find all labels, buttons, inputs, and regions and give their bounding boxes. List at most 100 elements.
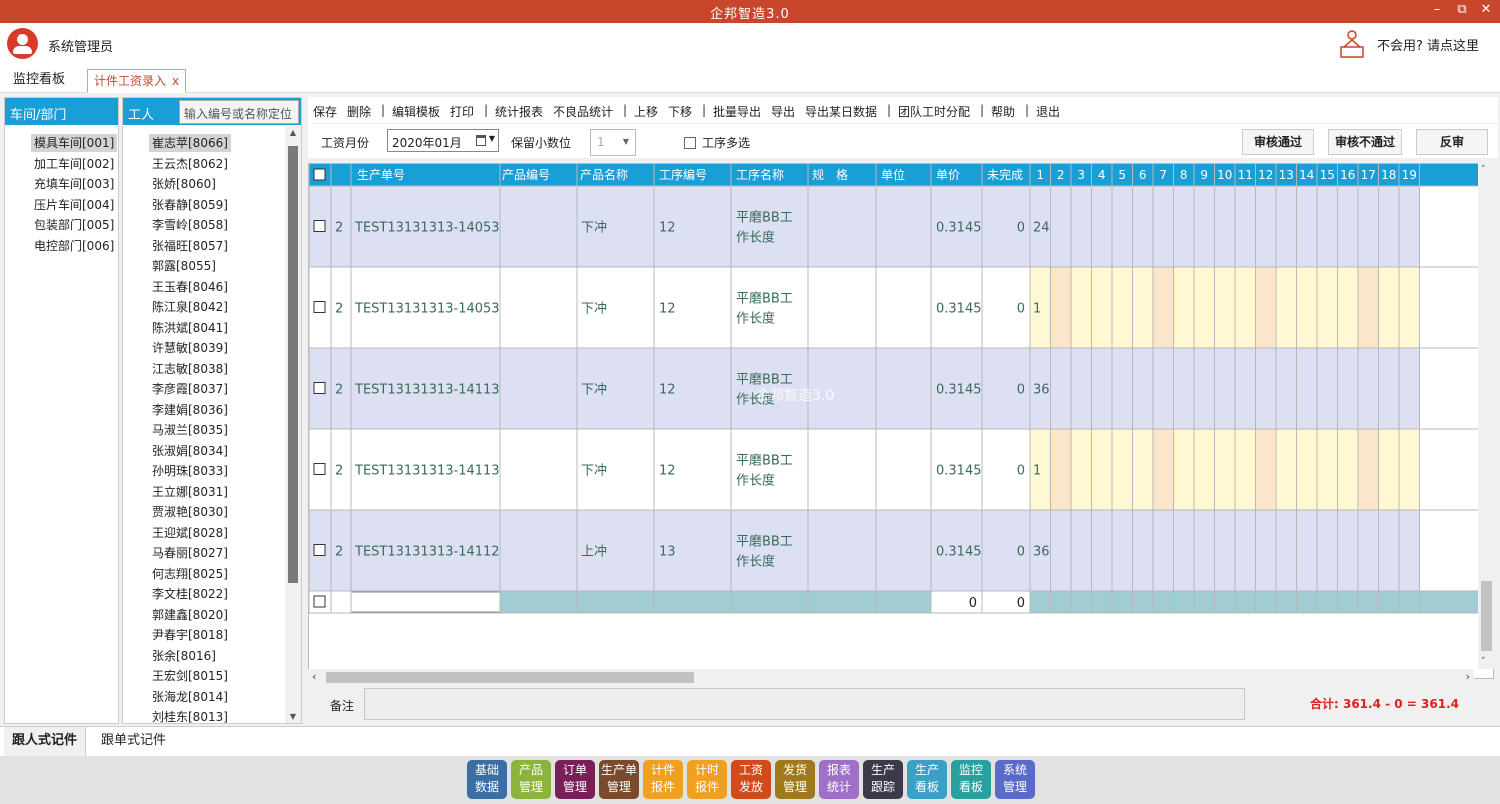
department-item[interactable]: 模具车间[001] — [31, 134, 118, 152]
day-cell[interactable] — [1050, 348, 1072, 429]
tab-close-icon[interactable]: x — [172, 74, 179, 88]
dock-module-button[interactable]: 生产 跟踪 — [863, 760, 903, 799]
worker-item[interactable]: 陈江泉[8042] — [149, 298, 231, 316]
grid-horizontal-scrollbar[interactable]: ‹ › — [308, 669, 1474, 685]
day-cell[interactable] — [1337, 510, 1359, 591]
maximize-button[interactable]: ⧉ — [1453, 2, 1471, 17]
scroll-up-icon[interactable]: ˄ — [1481, 165, 1486, 175]
product-name-cell[interactable]: 下冲 — [581, 302, 607, 317]
column-header[interactable]: 产品编号 — [502, 167, 550, 182]
order-number-cell[interactable]: TEST13131313-14053 — [354, 302, 500, 317]
column-header[interactable]: 工序编号 — [659, 167, 707, 182]
worker-item[interactable]: 王立娜[8031] — [149, 483, 231, 501]
worker-item[interactable]: 贾淑艳[8030] — [149, 503, 231, 521]
day-cell[interactable] — [1399, 186, 1420, 267]
day-cell[interactable] — [1255, 429, 1277, 510]
day-cell[interactable] — [1153, 267, 1174, 348]
day-cell[interactable] — [1235, 510, 1256, 591]
toolbar-button[interactable]: 导出 — [771, 103, 795, 120]
select-all-checkbox[interactable] — [313, 168, 326, 181]
row-sequence[interactable]: 2 — [335, 221, 343, 236]
row-checkbox[interactable] — [313, 463, 326, 475]
day-cell[interactable] — [1337, 348, 1359, 429]
day-cell[interactable] — [1214, 348, 1236, 429]
product-name-cell[interactable]: 下冲 — [581, 464, 607, 479]
day-cell[interactable] — [1296, 429, 1318, 510]
day-cell[interactable] — [1153, 186, 1174, 267]
worker-item[interactable]: 刘桂东[8013] — [149, 708, 231, 726]
day-column-header[interactable]: 14 — [1299, 168, 1314, 182]
row-checkbox[interactable] — [313, 382, 326, 394]
day-column-header[interactable]: 3 — [1077, 168, 1085, 182]
day-cell[interactable] — [1091, 348, 1113, 429]
worker-item[interactable]: 李文桂[8022] — [149, 585, 231, 603]
day-cell[interactable] — [1132, 267, 1154, 348]
day-cell[interactable] — [1317, 429, 1338, 510]
grid-vscroll-thumb[interactable] — [1481, 581, 1492, 651]
department-item[interactable]: 充填车间[003] — [31, 175, 117, 193]
toolbar-button[interactable]: 保存 — [313, 103, 337, 120]
toolbar-button[interactable]: 帮助 — [991, 103, 1015, 120]
day-cell[interactable] — [1296, 510, 1318, 591]
row-checkbox[interactable] — [313, 220, 326, 232]
worker-item[interactable]: 郭建鑫[8020] — [149, 606, 231, 624]
tab-piecework-wage-entry[interactable]: 计件工资录入 x — [87, 69, 187, 93]
dock-module-button[interactable]: 工资 发放 — [731, 760, 771, 799]
process-name-line2[interactable]: 作长度 — [736, 230, 775, 246]
toolbar-button[interactable]: 下移 — [668, 103, 692, 120]
worker-item[interactable]: 李彦霞[8037] — [149, 380, 231, 398]
process-number-cell[interactable]: 13 — [659, 545, 676, 560]
day-cell[interactable] — [1214, 510, 1236, 591]
day-column-header[interactable]: 17 — [1361, 168, 1376, 182]
process-name-line2[interactable]: 作长度 — [736, 473, 775, 489]
day-cell[interactable] — [1194, 267, 1215, 348]
scroll-left-icon[interactable]: ‹ — [312, 670, 316, 683]
help-link[interactable]: 不会用? 请点这里 — [1377, 35, 1479, 54]
unit-price-cell[interactable]: 0.3145 — [936, 221, 982, 236]
row-sequence[interactable]: 2 — [335, 545, 343, 560]
day-cell[interactable] — [1071, 348, 1092, 429]
day-cell[interactable] — [1255, 348, 1277, 429]
row-sequence[interactable]: 2 — [335, 464, 343, 479]
dock-module-button[interactable]: 发货 管理 — [775, 760, 815, 799]
day-column-header[interactable]: 19 — [1402, 168, 1417, 182]
day-cell[interactable] — [1276, 267, 1297, 348]
process-name-line1[interactable]: 平磨BB工 — [736, 292, 793, 307]
column-header[interactable]: 单位 — [881, 167, 905, 182]
toolbar-button[interactable]: 打印 — [450, 103, 474, 120]
day-column-header[interactable]: 4 — [1098, 168, 1106, 182]
day-cell[interactable] — [1399, 348, 1420, 429]
unfinished-cell[interactable]: 0 — [1017, 545, 1025, 560]
toolbar-button[interactable]: 删除 — [347, 103, 371, 120]
scroll-down-icon[interactable]: ˅ — [1481, 657, 1486, 667]
worker-item[interactable]: 郭露[8055] — [149, 257, 219, 275]
worker-list-scroll-thumb[interactable] — [288, 146, 298, 583]
process-name-line1[interactable]: 平磨BB工 — [736, 454, 793, 469]
day-column-header[interactable]: 15 — [1320, 168, 1335, 182]
day-cell[interactable] — [1214, 267, 1236, 348]
day-cell[interactable] — [1112, 429, 1133, 510]
process-number-cell[interactable]: 12 — [659, 221, 676, 236]
day-cell[interactable] — [1132, 429, 1154, 510]
day-column-header[interactable]: 11 — [1238, 168, 1253, 182]
day-cell[interactable] — [1050, 429, 1072, 510]
column-header[interactable]: 产品名称 — [580, 167, 628, 182]
day-cell[interactable] — [1255, 267, 1277, 348]
day-column-header[interactable]: 10 — [1217, 168, 1232, 182]
day1-quantity-cell[interactable]: 36 — [1033, 383, 1050, 398]
day-cell[interactable] — [1091, 267, 1113, 348]
day-cell[interactable] — [1153, 429, 1174, 510]
day-cell[interactable] — [1071, 510, 1092, 591]
day-cell[interactable] — [1091, 186, 1113, 267]
toolbar-button[interactable]: 统计报表 — [495, 103, 543, 120]
day-column-header[interactable]: 18 — [1381, 168, 1396, 182]
worker-item[interactable]: 许慧敏[8039] — [149, 339, 231, 357]
day-cell[interactable] — [1091, 510, 1113, 591]
worker-item[interactable]: 张淑娟[8034] — [149, 442, 231, 460]
tab-monitor-board[interactable]: 监控看板 — [7, 69, 71, 93]
day-cell[interactable] — [1235, 186, 1256, 267]
toolbar-button[interactable]: 导出某日数据 — [805, 103, 877, 120]
product-name-cell[interactable]: 上冲 — [581, 545, 607, 560]
order-number-cell[interactable]: TEST13131313-14113 — [354, 464, 500, 479]
day-cell[interactable] — [1317, 510, 1338, 591]
